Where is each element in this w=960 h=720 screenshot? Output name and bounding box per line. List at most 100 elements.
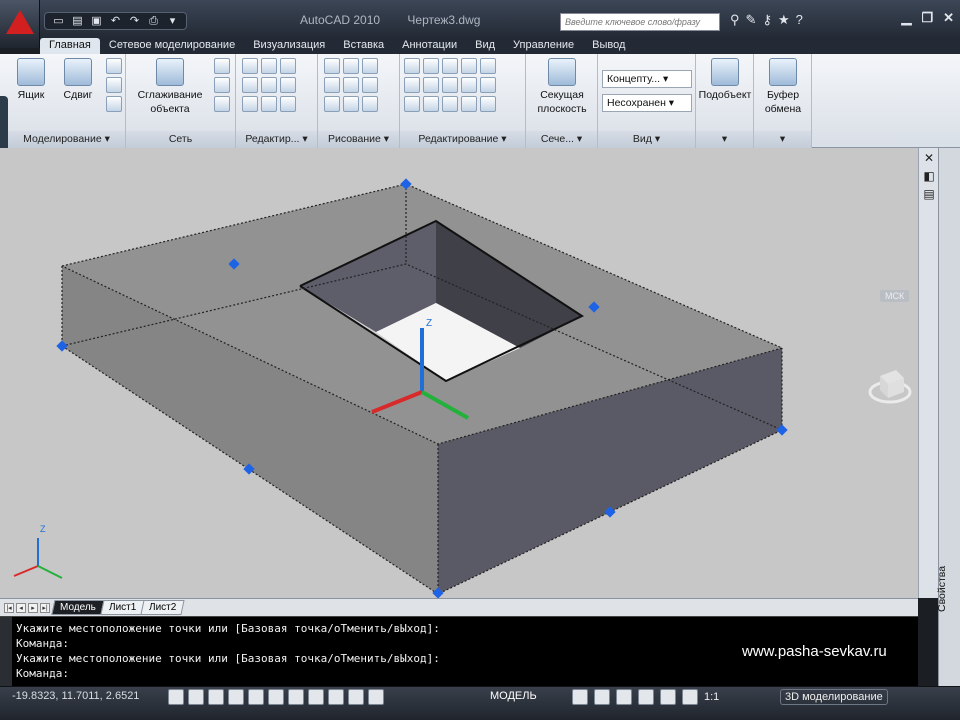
- tab-layout1[interactable]: Лист1: [100, 600, 145, 615]
- tab-mesh-modeling[interactable]: Сетевое моделирование: [100, 38, 244, 54]
- quickprops-toggle[interactable]: [368, 689, 384, 705]
- rotate3d-icon[interactable]: [423, 58, 439, 74]
- tab-model[interactable]: Модель: [51, 600, 105, 615]
- clipboard-button[interactable]: Буфер обмена: [758, 58, 808, 116]
- shell-icon[interactable]: [242, 96, 258, 112]
- open-icon[interactable]: ▤: [70, 14, 85, 28]
- steeringwheel-icon[interactable]: [660, 689, 676, 705]
- pin-icon[interactable]: ◧: [920, 168, 938, 184]
- tab-render[interactable]: Визуализация: [244, 38, 334, 54]
- helix-icon[interactable]: [343, 96, 359, 112]
- align-icon[interactable]: [461, 58, 477, 74]
- mesh-convert-icon[interactable]: [214, 77, 230, 93]
- otrack-toggle[interactable]: [288, 689, 304, 705]
- close-icon[interactable]: ✕: [943, 10, 954, 26]
- tools-icon[interactable]: ✎: [746, 12, 757, 28]
- tab-insert[interactable]: Вставка: [334, 38, 393, 54]
- subtract-icon[interactable]: [261, 58, 277, 74]
- undo-icon[interactable]: ↶: [108, 14, 123, 28]
- move-icon[interactable]: [442, 58, 458, 74]
- presspull-icon[interactable]: [106, 58, 122, 74]
- pan-icon[interactable]: [616, 689, 632, 705]
- line-icon[interactable]: [324, 58, 340, 74]
- model-space-button[interactable]: МОДЕЛЬ: [490, 690, 537, 702]
- erase-icon[interactable]: [442, 96, 458, 112]
- smooth-object-button[interactable]: Сглаживание объекта: [132, 58, 208, 116]
- minimize-icon[interactable]: ▁: [901, 10, 911, 26]
- tab-manage[interactable]: Управление: [504, 38, 583, 54]
- slice-icon[interactable]: [280, 77, 296, 93]
- coordinates-readout[interactable]: -19.8323, 11.7011, 2.6521: [12, 690, 139, 702]
- chamfer-icon[interactable]: [480, 96, 496, 112]
- help-icon[interactable]: ?: [796, 12, 803, 28]
- first-tab-icon[interactable]: |◂: [4, 602, 14, 613]
- redo-icon[interactable]: ↷: [127, 14, 142, 28]
- polygon-icon[interactable]: [324, 96, 340, 112]
- trim-icon[interactable]: [480, 58, 496, 74]
- panel-label-draw[interactable]: Рисование ▾: [318, 131, 399, 148]
- workspace-switcher[interactable]: 3D моделирование: [780, 689, 888, 705]
- panel-label-solid-edit[interactable]: Редактир... ▾: [236, 131, 317, 148]
- search-input[interactable]: Введите ключевое слово/фразу: [560, 13, 720, 31]
- tab-layout2[interactable]: Лист2: [140, 600, 186, 615]
- command-window[interactable]: Укажите местоположение точки или [Базова…: [0, 616, 918, 687]
- print-icon[interactable]: ⎙: [146, 14, 161, 28]
- ortho-toggle[interactable]: [208, 689, 224, 705]
- command-window-grip[interactable]: [0, 617, 12, 687]
- tab-view[interactable]: Вид: [466, 38, 504, 54]
- binoculars-icon[interactable]: ⚲: [730, 12, 740, 28]
- section-plane-button[interactable]: Секущая плоскость: [532, 58, 592, 116]
- array-icon[interactable]: [423, 77, 439, 93]
- last-tab-icon[interactable]: ▸|: [40, 602, 50, 613]
- annotation-scale[interactable]: 1:1: [704, 691, 719, 703]
- panel-label-mesh[interactable]: Сеть: [126, 131, 235, 148]
- panel-label-subobject[interactable]: ▾: [696, 131, 753, 148]
- arc-icon[interactable]: [362, 58, 378, 74]
- grid-toggle[interactable]: [188, 689, 204, 705]
- new-icon[interactable]: ▭: [51, 14, 66, 28]
- loft-icon[interactable]: [106, 96, 122, 112]
- extrude-button[interactable]: Сдвиг: [58, 58, 98, 102]
- stretch-icon[interactable]: [423, 96, 439, 112]
- tab-annotate[interactable]: Аннотации: [393, 38, 466, 54]
- drawing-viewport[interactable]: Z Z МСК: [0, 148, 918, 599]
- ucs-menu-badge[interactable]: МСК: [880, 290, 910, 302]
- osnap-toggle[interactable]: [248, 689, 264, 705]
- snap-toggle[interactable]: [168, 689, 184, 705]
- named-view-dropdown[interactable]: Несохранен ▾: [602, 94, 692, 112]
- model-canvas[interactable]: Z Z: [0, 148, 918, 599]
- mesh-refine-icon[interactable]: [214, 96, 230, 112]
- viewcube-icon[interactable]: [868, 362, 912, 406]
- quick-view-drawings-icon[interactable]: [594, 689, 610, 705]
- union-icon[interactable]: [242, 58, 258, 74]
- panel-label-modify[interactable]: Редактирование ▾: [400, 131, 525, 148]
- panel-label-view[interactable]: Вид ▾: [598, 131, 695, 148]
- panel-label-modeling[interactable]: Моделирование ▾: [8, 131, 125, 148]
- fillet-icon[interactable]: [480, 77, 496, 93]
- application-menu-button[interactable]: [0, 0, 40, 48]
- ellipse-icon[interactable]: [362, 96, 378, 112]
- imprint-icon[interactable]: [261, 96, 277, 112]
- panel-label-section[interactable]: Сече... ▾: [526, 131, 597, 148]
- save-icon[interactable]: ▣: [89, 14, 104, 28]
- visual-style-dropdown[interactable]: Концепту... ▾: [602, 70, 692, 88]
- star-icon[interactable]: ★: [778, 12, 790, 28]
- copy-icon[interactable]: [442, 77, 458, 93]
- close-icon[interactable]: ✕: [920, 150, 938, 166]
- sweep-icon[interactable]: [106, 77, 122, 93]
- panel-label-clipboard[interactable]: ▾: [754, 131, 811, 148]
- scale-icon[interactable]: [404, 58, 420, 74]
- circle-icon[interactable]: [362, 77, 378, 93]
- chevron-down-icon[interactable]: ▾: [165, 14, 180, 28]
- prev-tab-icon[interactable]: ◂: [16, 602, 26, 613]
- restore-icon[interactable]: ❐: [921, 10, 933, 26]
- intersect-icon[interactable]: [242, 77, 258, 93]
- extract-edges-icon[interactable]: [280, 96, 296, 112]
- mirror-icon[interactable]: [404, 77, 420, 93]
- quick-view-layouts-icon[interactable]: [572, 689, 588, 705]
- polyline-icon[interactable]: [343, 58, 359, 74]
- tab-home[interactable]: Главная: [40, 38, 100, 54]
- lineweight-toggle[interactable]: [348, 689, 364, 705]
- mesh-box-icon[interactable]: [214, 58, 230, 74]
- interfere-icon[interactable]: [261, 77, 277, 93]
